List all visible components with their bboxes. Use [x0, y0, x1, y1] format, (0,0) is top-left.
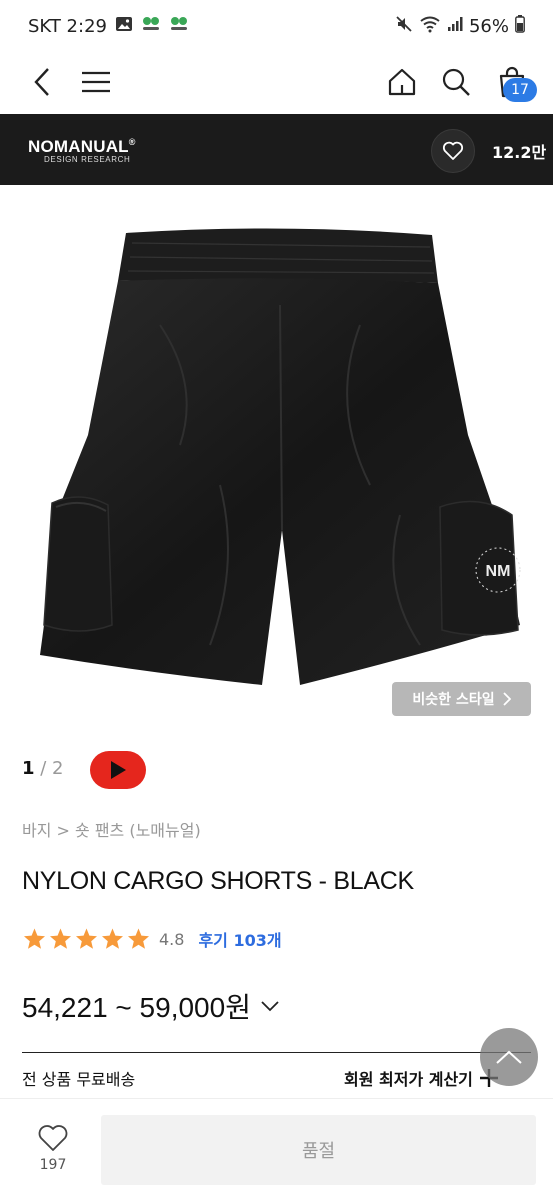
star-icon	[128, 928, 149, 949]
similar-style-button[interactable]: 비슷한 스타일	[392, 682, 531, 716]
member-calc-label: 회원 최저가 계산기	[344, 1070, 473, 1089]
brand-bar: NOMANUAL® DESIGN RESEARCH 12.2만	[0, 114, 553, 185]
review-count-link[interactable]: 후기 103개	[198, 927, 281, 951]
back-button[interactable]	[20, 60, 64, 104]
price-range: 54,221 ~ 59,000원	[22, 992, 251, 1023]
wifi-icon	[419, 15, 441, 38]
home-icon	[388, 68, 416, 96]
brand-name: NOMANUAL	[28, 137, 129, 156]
heart-outline-icon	[38, 1125, 68, 1151]
chevron-right-icon	[502, 692, 511, 706]
cart-count-badge: 17	[503, 78, 537, 102]
battery-percent: 56%	[468, 15, 509, 37]
heart-icon	[442, 141, 464, 160]
home-button[interactable]	[380, 60, 424, 104]
brand-like-count: 12.2만	[492, 143, 547, 162]
brand-subtitle: DESIGN RESEARCH	[44, 155, 131, 164]
scroll-to-top-button[interactable]	[480, 1028, 538, 1086]
rating-value: 4.8	[159, 929, 185, 949]
member-price-calculator[interactable]: 회원 최저가 계산기	[344, 1066, 499, 1090]
carrier-time: SKT 2:29	[28, 15, 107, 37]
pager-total: / 2	[34, 758, 64, 779]
product-photo-shorts: NM	[40, 228, 521, 685]
free-shipping-label: 전 상품 무료배송	[22, 1070, 136, 1089]
search-button[interactable]	[434, 60, 478, 104]
star-rating	[22, 927, 151, 951]
chevron-up-icon	[496, 1050, 522, 1064]
product-title: NYLON CARGO SHORTS - BLACK	[22, 867, 414, 895]
rating-row: 4.8 후기 103개	[22, 926, 282, 952]
star-icon	[24, 928, 45, 949]
mute-icon	[395, 15, 413, 38]
youtube-button[interactable]	[90, 751, 146, 789]
chevron-down-icon	[261, 1001, 279, 1012]
play-icon	[111, 761, 126, 779]
app-notification-icon	[141, 16, 161, 37]
product-image[interactable]: NM 비슷한 스타일	[0, 185, 553, 730]
wishlist-count: 197	[39, 1157, 67, 1173]
hamburger-icon	[82, 71, 110, 93]
battery-icon	[515, 14, 525, 38]
bottom-action-bar: 197 품절	[0, 1098, 553, 1200]
chevron-left-icon	[34, 68, 49, 96]
star-icon	[76, 928, 97, 949]
price-row[interactable]: 54,221 ~ 59,000원	[22, 986, 279, 1026]
wishlist-button[interactable]: 197	[28, 1123, 78, 1173]
image-pager: 1 / 2	[22, 758, 64, 779]
svg-text:NM: NM	[486, 563, 511, 580]
search-icon	[442, 68, 470, 96]
app-notification-icon-2	[169, 16, 189, 37]
divider	[22, 1052, 531, 1053]
category-breadcrumb[interactable]: 바지 > 숏 팬츠 (노매뉴얼)	[22, 817, 201, 841]
top-navigation	[0, 52, 553, 114]
status-bar: SKT 2:29 56%	[0, 0, 553, 52]
pager-current: 1	[22, 758, 35, 779]
menu-button[interactable]	[74, 60, 118, 104]
signal-icon	[447, 16, 463, 37]
gallery-icon	[115, 15, 133, 38]
star-icon	[50, 928, 71, 949]
star-icon	[102, 928, 123, 949]
brand-logo[interactable]: NOMANUAL®	[28, 137, 136, 157]
soldout-button[interactable]: 품절	[101, 1115, 536, 1185]
brand-like-button[interactable]	[431, 129, 475, 173]
similar-style-label: 비슷한 스타일	[412, 692, 495, 708]
